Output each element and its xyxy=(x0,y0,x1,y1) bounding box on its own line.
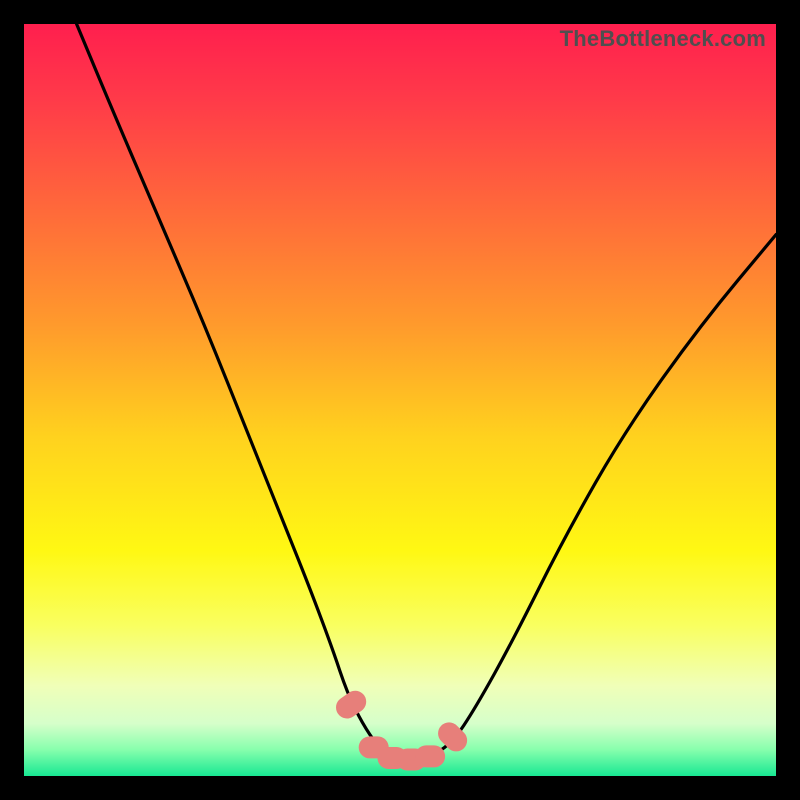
plot-area: TheBottleneck.com xyxy=(24,24,776,776)
chart-frame: TheBottleneck.com xyxy=(0,0,800,800)
bottleneck-curve xyxy=(77,24,776,760)
marker-left-edge xyxy=(332,686,371,722)
curve-layer xyxy=(24,24,776,776)
floor-markers xyxy=(332,686,472,770)
marker-floor-right xyxy=(415,745,445,767)
